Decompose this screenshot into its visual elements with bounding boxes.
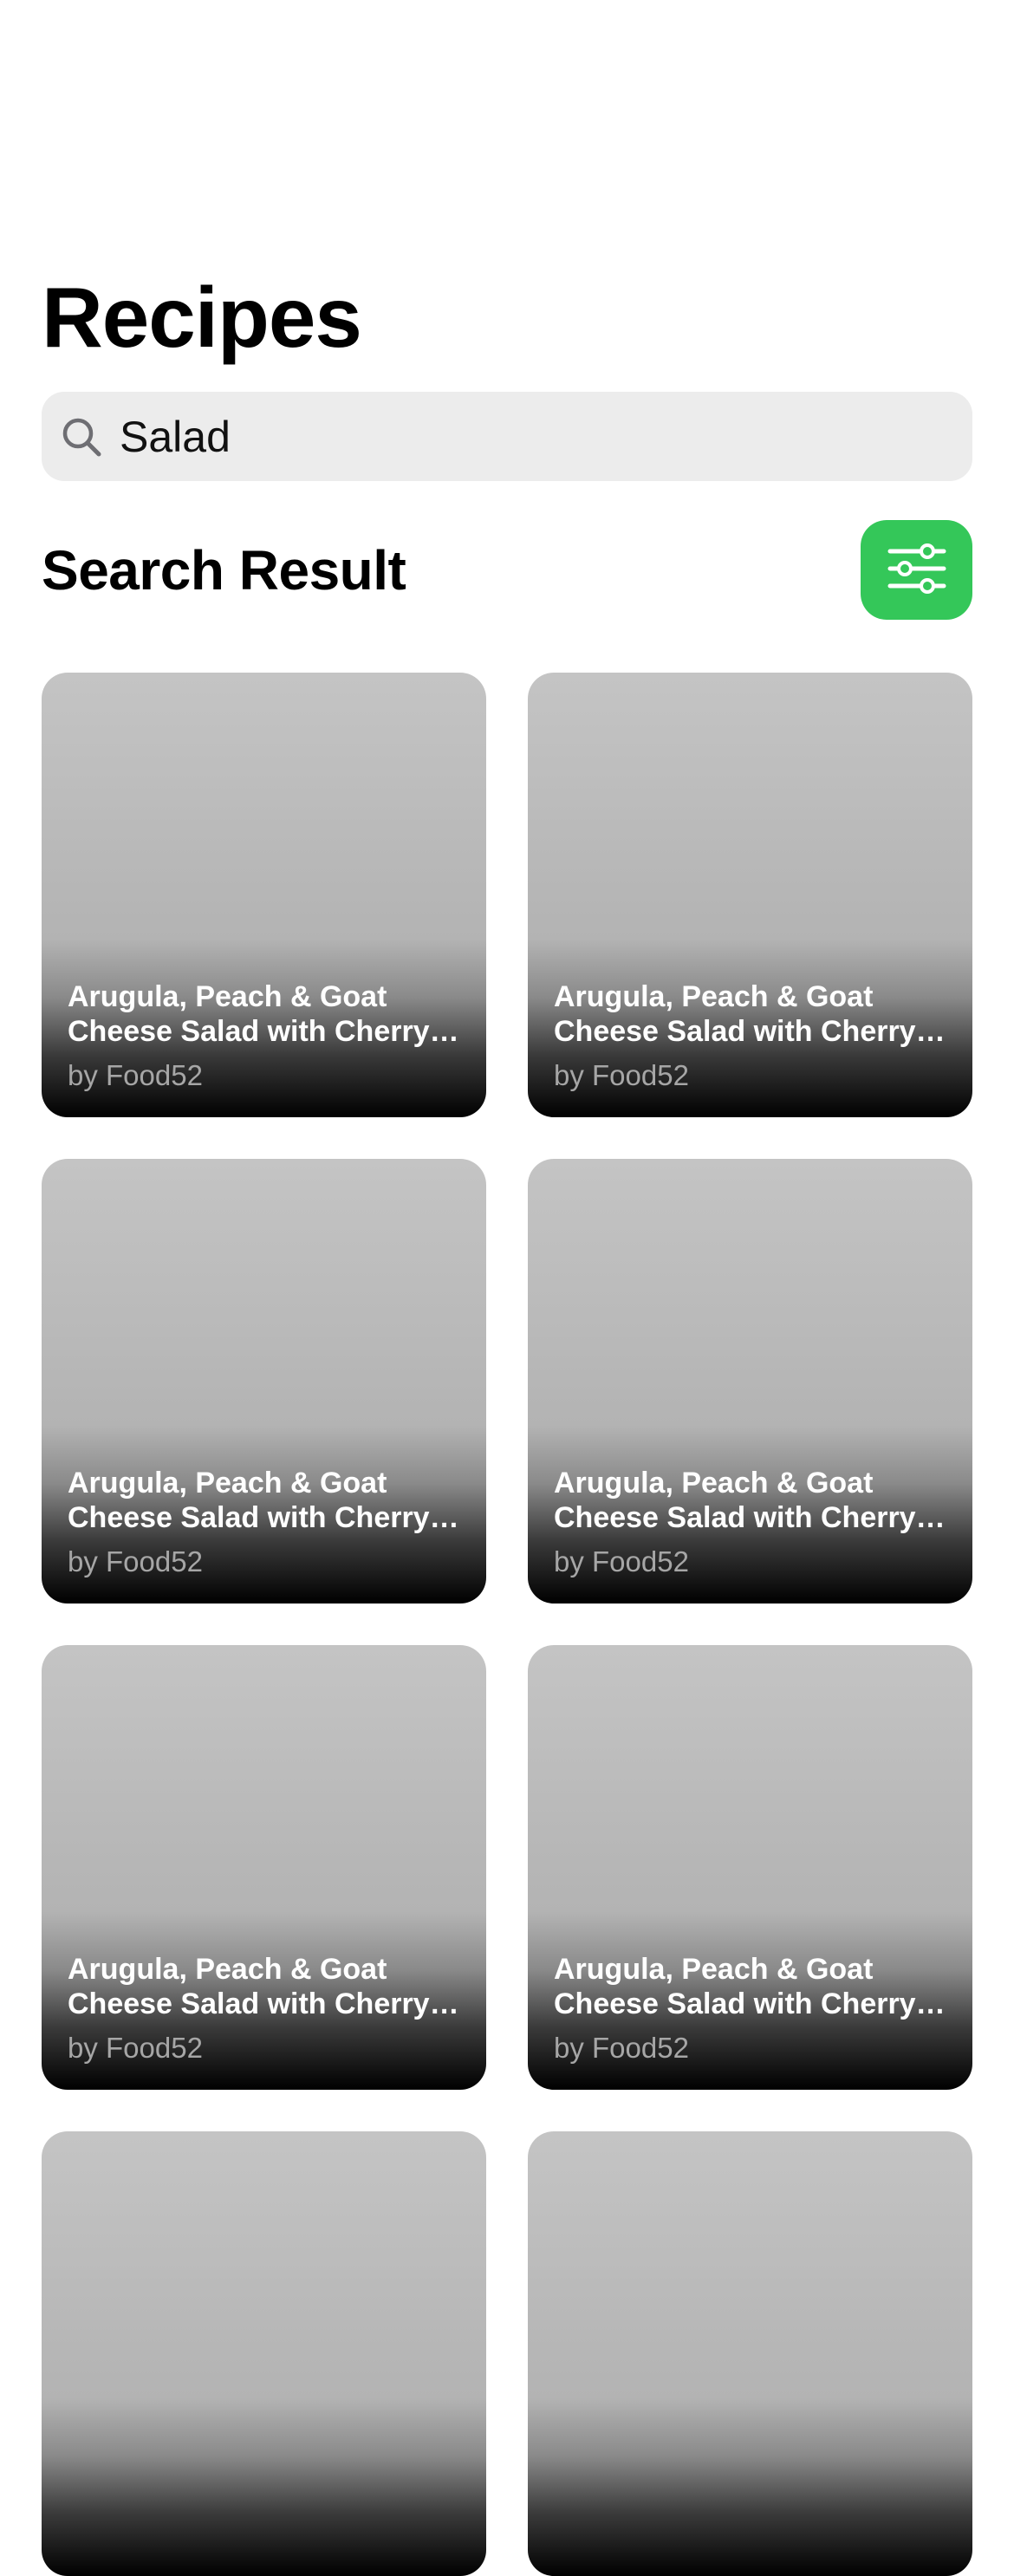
- recipe-title: Arugula, Peach & Goat Cheese Salad with …: [554, 1953, 916, 2020]
- recipe-author: by Food52: [68, 1059, 203, 1091]
- recipe-grid: Arugula, Peach & Goat Cheese Salad with …: [42, 673, 972, 2576]
- sliders-icon: [887, 543, 947, 596]
- recipe-title: Arugula, Peach & Goat Cheese Salad with …: [68, 980, 430, 1048]
- recipe-author: by Food52: [554, 1059, 689, 1091]
- recipe-card[interactable]: [528, 2131, 972, 2576]
- recipe-author: by Food52: [554, 1545, 689, 1577]
- page-title: Recipes: [42, 270, 362, 365]
- recipe-card[interactable]: Arugula, Peach & Goat Cheese Salad with …: [42, 673, 486, 1117]
- search-input[interactable]: [120, 411, 900, 462]
- recipe-author: by Food52: [68, 2032, 203, 2064]
- recipe-card[interactable]: Arugula, Peach & Goat Cheese Salad with …: [528, 1645, 972, 2090]
- recipe-title: Arugula, Peach & Goat Cheese Salad with …: [68, 1953, 430, 2020]
- recipe-card[interactable]: Arugula, Peach & Goat Cheese Salad with …: [528, 1159, 972, 1603]
- search-bar[interactable]: [42, 392, 972, 481]
- filter-button[interactable]: [861, 520, 972, 620]
- recipe-card[interactable]: Arugula, Peach & Goat Cheese Salad with …: [528, 673, 972, 1117]
- recipe-card[interactable]: [42, 2131, 486, 2576]
- recipe-card[interactable]: Arugula, Peach & Goat Cheese Salad with …: [42, 1159, 486, 1603]
- recipe-title: Arugula, Peach & Goat Cheese Salad with …: [554, 980, 916, 1048]
- recipe-author: by Food52: [554, 2032, 689, 2064]
- search-icon: [59, 414, 104, 459]
- recipe-author: by Food52: [68, 1545, 203, 1577]
- recipe-title: Arugula, Peach & Goat Cheese Salad with …: [68, 1467, 430, 1534]
- section-title: Search Result: [42, 539, 406, 602]
- recipe-title: Arugula, Peach & Goat Cheese Salad with …: [554, 1467, 916, 1534]
- recipe-card[interactable]: Arugula, Peach & Goat Cheese Salad with …: [42, 1645, 486, 2090]
